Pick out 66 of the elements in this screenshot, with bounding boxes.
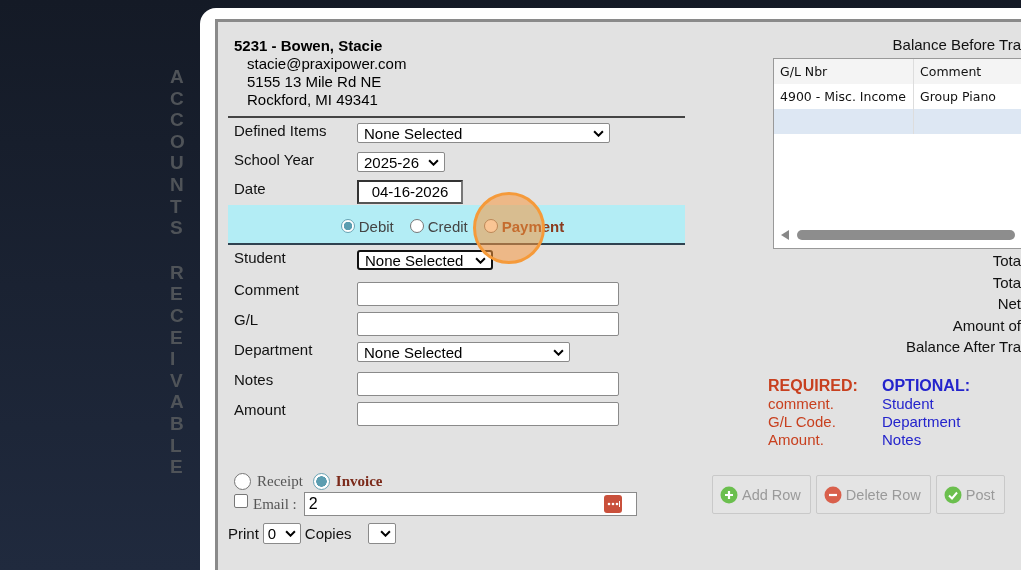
chevron-icon — [593, 129, 604, 137]
checkbox[interactable] — [234, 494, 248, 508]
plus-icon — [720, 485, 738, 504]
balance-label: Balance Before Tra — [892, 36, 1021, 53]
input-field[interactable] — [357, 372, 619, 396]
required-item: G/L Code. — [768, 413, 837, 431]
optional-item: Department — [882, 413, 962, 431]
field-label: Comment — [234, 281, 301, 298]
column-header[interactable]: Comment — [914, 59, 1021, 84]
dropdown[interactable]: None Selected — [357, 342, 570, 362]
summary-label: Balance After Tra — [905, 338, 1021, 355]
customer-detail: 5155 13 Mile Rd NE — [246, 73, 383, 91]
radio-button[interactable] — [483, 219, 498, 233]
dropdown[interactable]: None Selected — [357, 123, 610, 143]
chevron-icon — [284, 530, 296, 537]
field-label: Department — [234, 341, 314, 358]
field-label: School Year — [234, 151, 316, 168]
required-heading: REQUIRED: — [768, 377, 855, 395]
scroll-left-arrow-icon[interactable] — [781, 230, 789, 240]
radio-button[interactable] — [340, 219, 355, 233]
radio-label[interactable]: Debit — [358, 217, 394, 235]
customer-detail: Rockford, MI 49341 — [246, 91, 379, 109]
chevron-icon — [379, 530, 391, 537]
dropdown[interactable]: 2025-26 — [357, 152, 445, 172]
summary-label: Tota — [992, 273, 1021, 291]
copies-label: Copies — [304, 524, 352, 542]
field-label: Student — [234, 249, 287, 266]
table-cell-text: Group Piano — [919, 88, 997, 106]
required-item: comment. — [768, 395, 835, 413]
radio-label[interactable]: Invoice — [335, 473, 383, 490]
radio-label[interactable]: Receipt — [257, 473, 303, 490]
minus-icon — [823, 485, 842, 504]
radio-label[interactable]: Credit — [427, 217, 468, 235]
email-field[interactable]: 2 — [303, 492, 637, 516]
field-label: Amount — [234, 401, 287, 418]
customer-name: 5231 - Bowen, Stacie — [234, 37, 384, 55]
column-header[interactable]: G/L Nbr — [774, 59, 914, 84]
dropdown[interactable] — [367, 523, 396, 544]
date-field[interactable]: 04-16-2026 — [357, 180, 463, 204]
chevron-icon — [475, 256, 486, 264]
field-label: Defined Items — [234, 122, 328, 139]
required-item: Amount. — [768, 431, 825, 449]
radio-button[interactable] — [409, 219, 424, 233]
field-label: Date — [234, 180, 267, 197]
summary-label: Net — [997, 295, 1021, 312]
field-label: Notes — [234, 371, 275, 388]
print-label: Print — [228, 524, 259, 542]
summary-label: Tota — [992, 252, 1021, 269]
check-icon — [943, 485, 962, 504]
optional-item: Notes — [882, 431, 923, 449]
chevron-icon — [428, 158, 439, 166]
field-label: G/L — [234, 311, 260, 328]
password-manager-icon[interactable] — [603, 495, 622, 513]
dropdown[interactable]: 0 — [262, 523, 301, 544]
input-field[interactable] — [357, 282, 619, 306]
optional-heading: OPTIONAL: — [882, 377, 970, 395]
input-field[interactable] — [357, 402, 619, 426]
radio-button[interactable] — [234, 473, 251, 490]
summary-label: Amount of — [952, 316, 1021, 334]
input-field[interactable] — [357, 312, 619, 336]
dropdown[interactable]: None Selected — [357, 250, 493, 270]
email-label: Email : — [253, 495, 297, 513]
customer-detail: stacie@praxipower.com — [246, 55, 408, 73]
chevron-icon — [553, 348, 564, 356]
optional-item: Student — [882, 395, 935, 413]
radio-button[interactable] — [312, 473, 330, 490]
